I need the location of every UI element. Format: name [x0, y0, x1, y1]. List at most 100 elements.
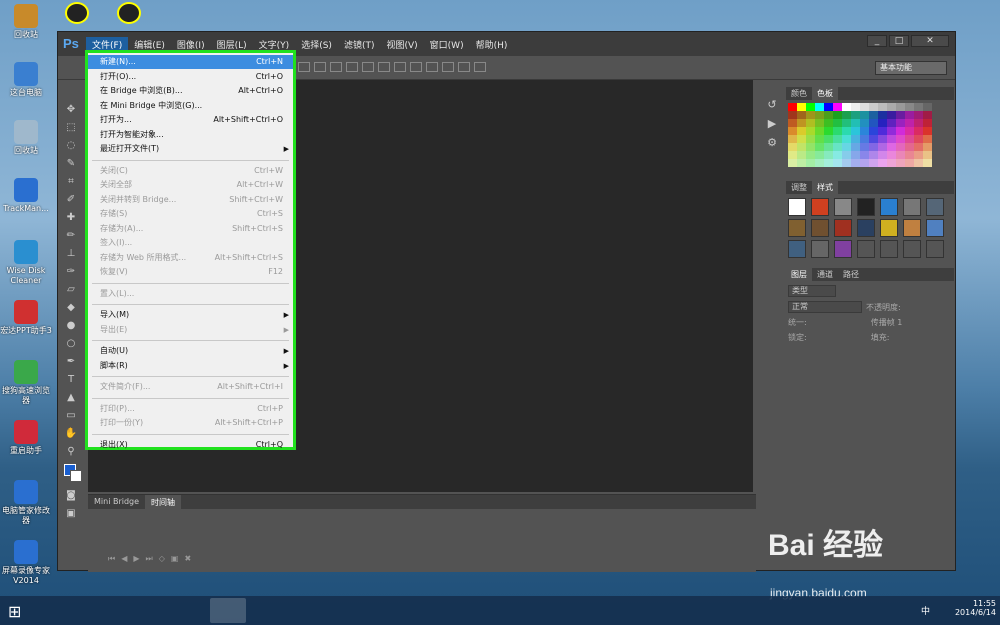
color-swatch[interactable]	[842, 103, 851, 111]
file-menu-item[interactable]: 关闭并转到 Bridge... Shift+Ctrl+W	[88, 193, 293, 207]
styles-grid[interactable]	[788, 198, 952, 258]
swatch-grid[interactable]	[788, 103, 952, 167]
file-menu-item[interactable]: 关闭(C) Ctrl+W	[88, 164, 293, 178]
color-swatch[interactable]	[815, 151, 824, 159]
color-swatch[interactable]	[833, 119, 842, 127]
distribute-icon[interactable]	[474, 62, 486, 72]
style-preset[interactable]	[903, 219, 921, 237]
color-swatch[interactable]	[878, 103, 887, 111]
color-swatch[interactable]	[887, 119, 896, 127]
menu-7[interactable]: 视图(V)	[380, 37, 423, 52]
color-swatch[interactable]	[905, 103, 914, 111]
color-swatch[interactable]	[833, 151, 842, 159]
color-swatch[interactable]	[788, 103, 797, 111]
color-swatch[interactable]	[860, 159, 869, 167]
color-swatch[interactable]	[914, 151, 923, 159]
file-menu-item[interactable]: 退出(X) Ctrl+Q	[88, 438, 293, 452]
color-swatch[interactable]	[806, 159, 815, 167]
color-swatch[interactable]	[797, 159, 806, 167]
align-icon[interactable]	[378, 62, 390, 72]
next-frame-icon[interactable]: ⏭	[146, 554, 153, 566]
file-menu-item[interactable]: 导入(M) ▶	[88, 308, 293, 322]
color-swatch[interactable]	[797, 119, 806, 127]
distribute-icon[interactable]	[410, 62, 422, 72]
tab-channels[interactable]: 通道	[812, 268, 838, 281]
style-preset[interactable]	[926, 198, 944, 216]
color-swatch[interactable]	[860, 135, 869, 143]
actions-play-icon[interactable]: ▶	[761, 117, 783, 130]
style-preset[interactable]	[811, 198, 829, 216]
color-swatch[interactable]	[905, 151, 914, 159]
eraser-icon[interactable]: ▱	[62, 281, 80, 298]
move-tool-icon[interactable]: ✥	[62, 101, 80, 118]
color-swatch[interactable]	[896, 127, 905, 135]
system-tray[interactable]: 11:55 2014/6/14	[936, 599, 996, 617]
color-swatch[interactable]	[806, 127, 815, 135]
properties-icon[interactable]: ⚙	[761, 136, 783, 149]
color-swatch[interactable]	[887, 151, 896, 159]
color-swatch[interactable]	[869, 135, 878, 143]
style-preset[interactable]	[880, 240, 898, 258]
explorer-icon[interactable]	[84, 598, 120, 623]
desktop-shortcut[interactable]: 宏达PPT助手3	[0, 300, 52, 336]
delete-frame-icon[interactable]: ✖	[184, 554, 191, 566]
color-swatch[interactable]	[860, 151, 869, 159]
file-menu-item[interactable]: 恢复(V) F12	[88, 265, 293, 279]
color-swatch[interactable]	[815, 143, 824, 151]
color-swatch[interactable]	[815, 103, 824, 111]
color-swatch[interactable]	[815, 111, 824, 119]
healing-brush-icon[interactable]: ✚	[62, 209, 80, 226]
color-swatch[interactable]	[806, 111, 815, 119]
color-swatch[interactable]	[923, 127, 932, 135]
color-swatch[interactable]	[905, 119, 914, 127]
color-swatch[interactable]	[923, 119, 932, 127]
color-swatch[interactable]	[869, 111, 878, 119]
color-swatch[interactable]	[905, 159, 914, 167]
color-swatch[interactable]	[833, 103, 842, 111]
color-swatch[interactable]	[851, 103, 860, 111]
tab-layers[interactable]: 图层	[786, 268, 812, 281]
color-swatch[interactable]	[842, 151, 851, 159]
color-swatch[interactable]	[914, 103, 923, 111]
color-swatch[interactable]	[833, 127, 842, 135]
crop-tool-icon[interactable]: ⌗	[62, 173, 80, 190]
style-preset[interactable]	[834, 240, 852, 258]
color-swatch[interactable]	[815, 159, 824, 167]
color-swatch[interactable]	[788, 111, 797, 119]
tab-mini-bridge[interactable]: Mini Bridge	[88, 495, 145, 509]
color-swatch[interactable]	[824, 127, 833, 135]
color-swatch[interactable]	[842, 119, 851, 127]
color-swatch[interactable]	[797, 127, 806, 135]
color-swatch[interactable]	[914, 111, 923, 119]
color-swatch[interactable]	[806, 119, 815, 127]
color-swatch[interactable]	[887, 111, 896, 119]
color-swatch[interactable]	[896, 151, 905, 159]
color-swatch[interactable]	[824, 159, 833, 167]
file-menu-item[interactable]: 导出(E) ▶	[88, 323, 293, 337]
style-preset[interactable]	[788, 198, 806, 216]
color-swatch[interactable]	[824, 119, 833, 127]
color-swatch[interactable]	[896, 135, 905, 143]
propagate-label[interactable]: 传播帧 1	[871, 317, 903, 328]
menu-8[interactable]: 窗口(W)	[424, 37, 470, 52]
color-swatch[interactable]	[905, 143, 914, 151]
style-preset[interactable]	[903, 240, 921, 258]
color-swatch[interactable]	[914, 127, 923, 135]
file-menu-item[interactable]: 脚本(R) ▶	[88, 359, 293, 373]
color-swatch[interactable]	[833, 111, 842, 119]
color-swatch[interactable]	[851, 111, 860, 119]
color-swatch[interactable]	[914, 159, 923, 167]
style-preset[interactable]	[811, 240, 829, 258]
color-swatch[interactable]	[923, 159, 932, 167]
style-preset[interactable]	[788, 240, 806, 258]
color-swatch[interactable]	[914, 119, 923, 127]
color-swatch[interactable]	[788, 119, 797, 127]
app-icon[interactable]	[168, 598, 204, 623]
blend-mode-select[interactable]: 正常	[788, 301, 862, 313]
style-preset[interactable]	[857, 219, 875, 237]
desktop-shortcut[interactable]: 回收站	[0, 120, 52, 156]
workspace-select[interactable]: 基本功能	[875, 61, 947, 75]
tab-swatches[interactable]: 色板	[812, 87, 838, 100]
color-swatch[interactable]	[878, 159, 887, 167]
file-menu-item[interactable]: 打开(O)... Ctrl+O	[88, 70, 293, 84]
